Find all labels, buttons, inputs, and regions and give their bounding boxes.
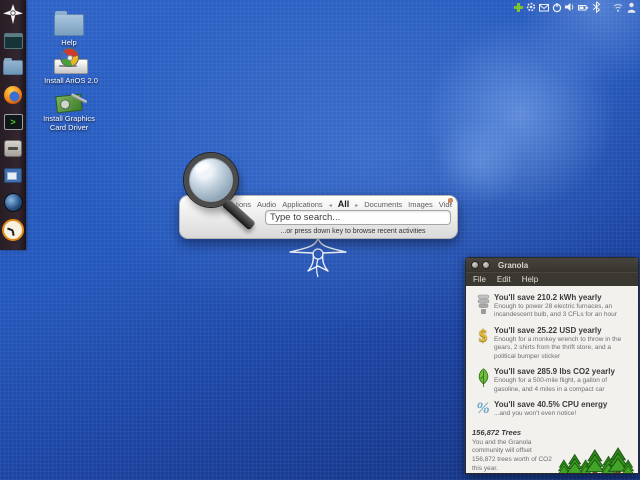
granola-window: Granola File Edit Help You'll save 210.2… xyxy=(465,257,639,474)
system-tray xyxy=(513,1,636,13)
category-documents[interactable]: Documents xyxy=(364,200,402,209)
firefox-icon[interactable] xyxy=(0,81,26,108)
power-icon[interactable] xyxy=(552,1,562,13)
media-player-icon[interactable] xyxy=(0,162,26,189)
search-overlay: Actions Audio Applications ◂ All ▸ Docum… xyxy=(179,195,458,239)
clock-icon[interactable] xyxy=(0,216,26,243)
desktop-icon-label: Help xyxy=(61,38,77,47)
menu-help[interactable]: Help xyxy=(522,275,538,284)
menu-file[interactable]: File xyxy=(473,275,486,284)
next-category-arrow[interactable]: ▸ xyxy=(355,202,358,209)
desktop: > Help Install AriOS 2.0 Install Graphic… xyxy=(0,0,640,480)
savings-desc: Enough for a monkey wrench to throw in t… xyxy=(494,335,622,360)
desktop-icon-label: Install AriOS 2.0 xyxy=(44,76,98,85)
file-manager-icon[interactable] xyxy=(0,54,26,81)
category-applications[interactable]: Applications xyxy=(282,200,322,209)
granola-titlebar[interactable]: Granola xyxy=(466,258,638,272)
savings-desc: Enough to power 28 electric furnaces, an… xyxy=(494,303,617,319)
percent-icon: % xyxy=(476,400,490,418)
trees-section: 156,872 Trees You and the Granola commun… xyxy=(466,422,638,473)
desktop-icon-help[interactable]: Help xyxy=(34,10,104,47)
category-audio[interactable]: Audio xyxy=(257,200,276,209)
run-prompt-icon[interactable]: > xyxy=(0,108,26,135)
desktop-icon-install-arios[interactable]: Install AriOS 2.0 xyxy=(36,48,106,85)
desktop-icon-install-gfx-driver[interactable]: Install Graphics Card Driver xyxy=(34,86,104,132)
savings-desc: ...and you won't even notice! xyxy=(494,410,577,418)
arios-watermark-logo xyxy=(289,237,347,278)
software-update-icon[interactable] xyxy=(513,1,523,13)
dollar-icon: $ xyxy=(478,325,488,345)
savings-row-co2: You'll save 285.9 lbs CO2 yearly Enough … xyxy=(466,364,638,397)
leaf-icon xyxy=(472,367,494,394)
overlay-settings-icon[interactable] xyxy=(448,198,453,203)
minimize-button[interactable] xyxy=(482,261,490,269)
category-images[interactable]: Images xyxy=(408,200,433,209)
savings-desc: Enough for a 500-mile flight, a gallon o… xyxy=(494,377,608,393)
gear-icon[interactable] xyxy=(526,1,536,13)
battery-icon[interactable] xyxy=(578,1,588,13)
window-title: Granola xyxy=(498,260,529,270)
prev-category-arrow[interactable]: ◂ xyxy=(329,202,332,209)
savings-title: You'll save 40.5% CPU energy xyxy=(494,400,608,410)
savings-title: You'll save 210.2 kWh yearly xyxy=(494,293,602,302)
volume-icon[interactable] xyxy=(565,1,575,13)
granola-menubar: File Edit Help xyxy=(466,272,638,286)
menu-edit[interactable]: Edit xyxy=(497,275,511,284)
install-cd-icon xyxy=(36,48,106,74)
user-icon[interactable] xyxy=(626,1,636,13)
arios-launcher-icon[interactable] xyxy=(0,0,26,27)
software-center-icon[interactable] xyxy=(0,135,26,162)
category-actions[interactable]: Actions xyxy=(236,200,251,209)
close-button[interactable] xyxy=(471,261,479,269)
category-all-active[interactable]: All xyxy=(338,199,350,209)
savings-row-kwh: You'll save 210.2 kWh yearly Enough to p… xyxy=(466,290,638,323)
granola-body: You'll save 210.2 kWh yearly Enough to p… xyxy=(466,286,638,473)
search-category-bar: Actions Audio Applications ◂ All ▸ Docum… xyxy=(236,199,452,209)
savings-row-usd: $ You'll save 25.22 USD yearly Enough fo… xyxy=(466,323,638,364)
cfl-bulb-icon xyxy=(472,293,494,320)
help-folder-icon xyxy=(34,10,104,36)
savings-title: You'll save 25.22 USD yearly xyxy=(494,325,602,335)
savings-title: You'll save 285.9 lbs CO2 yearly xyxy=(494,367,615,377)
trees-title: 156,872 Trees xyxy=(472,427,522,437)
dock: > xyxy=(0,0,26,250)
pine-trees-illustration xyxy=(558,447,634,473)
search-hint: ...or press down key to browse recent ac… xyxy=(280,228,426,235)
trees-desc: You and the Granola community will offse… xyxy=(472,438,552,472)
savings-row-cpu: % You'll save 40.5% CPU energy ...and yo… xyxy=(466,397,638,421)
mail-icon[interactable] xyxy=(539,1,549,13)
bluetooth-icon[interactable] xyxy=(591,1,601,13)
search-input[interactable] xyxy=(265,210,451,225)
web-globe-icon[interactable] xyxy=(0,189,26,216)
network-signal-icon[interactable] xyxy=(613,1,623,13)
graphics-card-icon xyxy=(34,86,104,114)
desktop-icon-label: Install Graphics Card Driver xyxy=(43,114,95,132)
terminal-icon[interactable] xyxy=(0,27,26,54)
